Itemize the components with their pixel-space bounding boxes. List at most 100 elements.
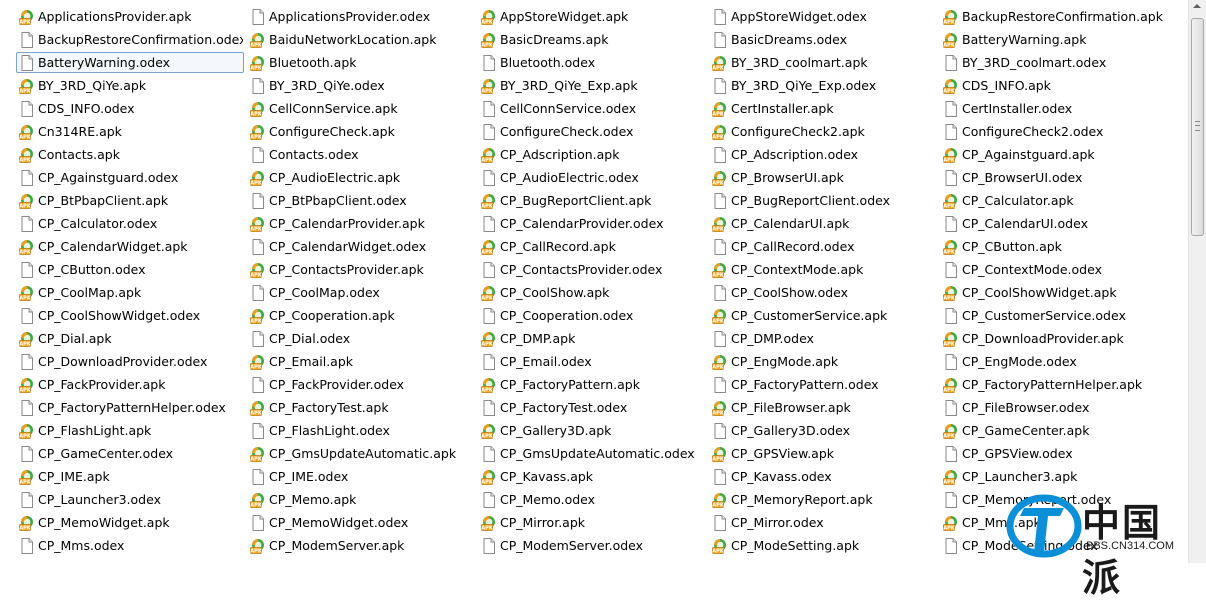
file-item[interactable]: APK CP_CoolShow.apk bbox=[478, 282, 706, 303]
file-item[interactable]: BackupRestoreConfirmation.odex bbox=[16, 29, 244, 50]
file-item[interactable]: CP_ContactsProvider.odex bbox=[478, 259, 706, 280]
file-item[interactable]: APK CP_Gallery3D.apk bbox=[478, 420, 706, 441]
file-item[interactable]: APK BY_3RD_QiYe_Exp.apk bbox=[478, 75, 706, 96]
file-item[interactable]: APK CP_CalendarUI.apk bbox=[709, 213, 937, 234]
file-item[interactable]: APK CP_BrowserUI.apk bbox=[709, 167, 937, 188]
file-item[interactable]: CP_IME.odex bbox=[247, 466, 475, 487]
scroll-thumb[interactable] bbox=[1191, 18, 1204, 236]
file-item[interactable]: BasicDreams.odex bbox=[709, 29, 937, 50]
file-item[interactable]: CP_Adscription.odex bbox=[709, 144, 937, 165]
file-item[interactable]: APK Bluetooth.apk bbox=[247, 52, 475, 73]
file-item[interactable]: APK BY_3RD_coolmart.apk bbox=[709, 52, 937, 73]
file-item[interactable]: APK CP_FactoryPatternHelper.apk bbox=[940, 374, 1168, 395]
file-item[interactable]: APK CP_Kavass.apk bbox=[478, 466, 706, 487]
file-item[interactable]: CP_Memo.odex bbox=[478, 489, 706, 510]
file-item[interactable]: Bluetooth.odex bbox=[478, 52, 706, 73]
file-item[interactable]: CP_FackProvider.odex bbox=[247, 374, 475, 395]
file-item[interactable]: APK CP_FileBrowser.apk bbox=[709, 397, 937, 418]
file-item[interactable]: AppStoreWidget.odex bbox=[709, 6, 937, 27]
file-item[interactable]: APK CP_Memo.apk bbox=[247, 489, 475, 510]
file-item[interactable]: APK BatteryWarning.apk bbox=[940, 29, 1168, 50]
file-item[interactable]: APK ConfigureCheck2.apk bbox=[709, 121, 937, 142]
file-item[interactable]: CP_CustomerService.odex bbox=[940, 305, 1168, 326]
file-item[interactable]: APK CP_Adscription.apk bbox=[478, 144, 706, 165]
file-item[interactable]: CP_CalendarUI.odex bbox=[940, 213, 1168, 234]
file-item[interactable]: CP_FactoryPattern.odex bbox=[709, 374, 937, 395]
file-item[interactable]: BY_3RD_coolmart.odex bbox=[940, 52, 1168, 73]
file-item[interactable]: APK CP_DMP.apk bbox=[478, 328, 706, 349]
file-item[interactable]: APK CP_GPSView.apk bbox=[709, 443, 937, 464]
file-item[interactable]: APK CP_GameCenter.apk bbox=[940, 420, 1168, 441]
file-item[interactable]: Contacts.odex bbox=[247, 144, 475, 165]
file-item[interactable]: APK BackupRestoreConfirmation.apk bbox=[940, 6, 1168, 27]
file-item[interactable]: APK CDS_INFO.apk bbox=[940, 75, 1168, 96]
file-item[interactable]: APK BY_3RD_QiYe.apk bbox=[16, 75, 244, 96]
file-item[interactable]: CP_Calculator.odex bbox=[16, 213, 244, 234]
file-item[interactable]: APK CP_Mirror.apk bbox=[478, 512, 706, 533]
file-item[interactable]: CP_FlashLight.odex bbox=[247, 420, 475, 441]
file-item[interactable]: APK CP_BtPbapClient.apk bbox=[16, 190, 244, 211]
file-item[interactable]: APK CP_CoolShowWidget.apk bbox=[940, 282, 1168, 303]
file-item[interactable]: BatteryWarning.odex bbox=[16, 52, 244, 73]
file-item[interactable]: APK CP_Launcher3.apk bbox=[940, 466, 1168, 487]
file-item[interactable]: APK CP_CustomerService.apk bbox=[709, 305, 937, 326]
file-item[interactable]: APK CP_EngMode.apk bbox=[709, 351, 937, 372]
file-item[interactable]: CP_BugReportClient.odex bbox=[709, 190, 937, 211]
file-item[interactable]: APK CP_BugReportClient.apk bbox=[478, 190, 706, 211]
file-item[interactable]: APK BasicDreams.apk bbox=[478, 29, 706, 50]
file-item[interactable]: APK CP_ModeSetting.apk bbox=[709, 535, 937, 556]
file-item[interactable]: APK CP_CoolMap.apk bbox=[16, 282, 244, 303]
file-item[interactable]: APK CP_MemoWidget.apk bbox=[16, 512, 244, 533]
file-item[interactable]: CP_FileBrowser.odex bbox=[940, 397, 1168, 418]
file-item[interactable]: CP_FactoryPatternHelper.odex bbox=[16, 397, 244, 418]
file-item[interactable]: CP_MemoWidget.odex bbox=[247, 512, 475, 533]
file-item[interactable]: APK CP_Email.apk bbox=[247, 351, 475, 372]
file-item[interactable]: APK CP_CallRecord.apk bbox=[478, 236, 706, 257]
file-item[interactable]: CP_BtPbapClient.odex bbox=[247, 190, 475, 211]
file-item[interactable]: CP_GmsUpdateAutomatic.odex bbox=[478, 443, 706, 464]
file-item[interactable]: CP_Cooperation.odex bbox=[478, 305, 706, 326]
file-item[interactable]: APK CertInstaller.apk bbox=[709, 98, 937, 119]
file-item[interactable]: APK Contacts.apk bbox=[16, 144, 244, 165]
file-item[interactable]: APK CP_Againstguard.apk bbox=[940, 144, 1168, 165]
file-item[interactable]: CP_DownloadProvider.odex bbox=[16, 351, 244, 372]
file-item[interactable]: CP_GPSView.odex bbox=[940, 443, 1168, 464]
file-item[interactable]: CertInstaller.odex bbox=[940, 98, 1168, 119]
file-item[interactable]: CP_FactoryTest.odex bbox=[478, 397, 706, 418]
file-item[interactable]: APK ConfigureCheck.apk bbox=[247, 121, 475, 142]
file-item[interactable]: APK CP_ContextMode.apk bbox=[709, 259, 937, 280]
file-item[interactable]: APK CP_GmsUpdateAutomatic.apk bbox=[247, 443, 475, 464]
file-item[interactable]: CP_CoolShow.odex bbox=[709, 282, 937, 303]
file-item[interactable]: CP_Againstguard.odex bbox=[16, 167, 244, 188]
file-item[interactable]: CP_GameCenter.odex bbox=[16, 443, 244, 464]
file-item[interactable]: APK CP_FackProvider.apk bbox=[16, 374, 244, 395]
file-item[interactable]: APK BaiduNetworkLocation.apk bbox=[247, 29, 475, 50]
file-item[interactable]: CP_AudioElectric.odex bbox=[478, 167, 706, 188]
file-item[interactable]: CP_BrowserUI.odex bbox=[940, 167, 1168, 188]
file-item[interactable]: CP_CButton.odex bbox=[16, 259, 244, 280]
file-item[interactable]: CP_CallRecord.odex bbox=[709, 236, 937, 257]
file-item[interactable]: APK CP_Cooperation.apk bbox=[247, 305, 475, 326]
file-item[interactable]: CP_CoolShowWidget.odex bbox=[16, 305, 244, 326]
file-item[interactable]: APK Cn314RE.apk bbox=[16, 121, 244, 142]
file-item[interactable]: CP_Dial.odex bbox=[247, 328, 475, 349]
vertical-scrollbar[interactable] bbox=[1188, 0, 1206, 563]
file-item[interactable]: CDS_INFO.odex bbox=[16, 98, 244, 119]
file-item[interactable]: APK CP_FlashLight.apk bbox=[16, 420, 244, 441]
file-item[interactable]: APK CP_CalendarWidget.apk bbox=[16, 236, 244, 257]
file-item[interactable]: CP_CoolMap.odex bbox=[247, 282, 475, 303]
file-item[interactable]: APK CP_FactoryPattern.apk bbox=[478, 374, 706, 395]
file-item[interactable]: APK CP_FactoryTest.apk bbox=[247, 397, 475, 418]
file-item[interactable]: CP_CalendarWidget.odex bbox=[247, 236, 475, 257]
file-item[interactable]: CP_CalendarProvider.odex bbox=[478, 213, 706, 234]
file-item[interactable]: CP_Email.odex bbox=[478, 351, 706, 372]
scroll-up-arrow-icon[interactable] bbox=[1193, 4, 1201, 8]
file-item[interactable]: BY_3RD_QiYe_Exp.odex bbox=[709, 75, 937, 96]
file-item[interactable]: ConfigureCheck2.odex bbox=[940, 121, 1168, 142]
file-item[interactable]: APK CP_DownloadProvider.apk bbox=[940, 328, 1168, 349]
file-item[interactable]: ApplicationsProvider.odex bbox=[247, 6, 475, 27]
file-item[interactable]: APK CP_MemoryReport.apk bbox=[709, 489, 937, 510]
file-item[interactable]: CP_Mirror.odex bbox=[709, 512, 937, 533]
file-item[interactable]: APK CP_ContactsProvider.apk bbox=[247, 259, 475, 280]
file-item[interactable]: CellConnService.odex bbox=[478, 98, 706, 119]
